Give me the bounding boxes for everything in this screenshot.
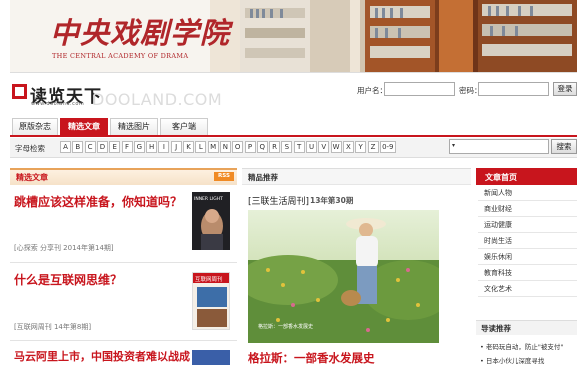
- letter-index-r[interactable]: R: [269, 141, 281, 153]
- letter-index-n[interactable]: N: [219, 141, 231, 153]
- letter-index-g[interactable]: G: [133, 141, 145, 153]
- letter-index-m[interactable]: M: [207, 141, 219, 153]
- letter-index-u[interactable]: U: [306, 141, 317, 153]
- guide-item[interactable]: • 老码玩自动，防止"被支付": [480, 341, 563, 351]
- letter-index-h[interactable]: H: [146, 141, 158, 153]
- letter-index-y[interactable]: Y: [355, 141, 367, 153]
- tabs-underline: [10, 135, 577, 137]
- search-input[interactable]: [449, 139, 549, 154]
- article-meta[interactable]: [心探索 分享刊 2014年第14期]: [14, 243, 114, 253]
- featured-articles-title: 精选文章: [16, 173, 48, 182]
- cover-title: INNER LIGHT: [194, 196, 223, 202]
- article-title[interactable]: 跳槽应该这样准备，你知道吗？: [14, 193, 182, 210]
- tab-featured-pictures[interactable]: 精选图片: [110, 118, 158, 135]
- recommended-issue[interactable]: 13年第30期: [310, 195, 353, 206]
- article-title[interactable]: 什么是互联网思维？: [14, 271, 122, 288]
- sidebar-category-item[interactable]: 时尚生活: [478, 234, 577, 249]
- magazine-cover-image[interactable]: 互联网周刊: [192, 272, 230, 330]
- letter-index-label: 字母检索: [15, 144, 45, 153]
- letter-index-e[interactable]: E: [109, 141, 121, 153]
- brand-url: www.dooland.com: [31, 101, 85, 107]
- letter-index-q[interactable]: Q: [256, 141, 268, 153]
- article-divider: [10, 262, 237, 263]
- article-meta[interactable]: [互联网周刊 14年第8期]: [14, 322, 91, 332]
- tab-original-magazines[interactable]: 原版杂志: [12, 118, 58, 135]
- guide-title: 导读推荐: [481, 324, 511, 333]
- letter-index-s[interactable]: S: [281, 141, 293, 153]
- dropdown-arrow-icon[interactable]: ▾: [452, 142, 455, 149]
- article-title[interactable]: 马云阿里上市，中国投资者难以战成: [14, 348, 190, 364]
- tab-client[interactable]: 客户端: [160, 118, 208, 135]
- letter-index-i[interactable]: I: [158, 141, 170, 153]
- magazine-cover-image[interactable]: [192, 350, 230, 365]
- tab-featured-articles[interactable]: 精选文章: [60, 118, 108, 135]
- dooland-logo-icon: [12, 84, 27, 99]
- banner-library-photo: [210, 0, 577, 72]
- letter-index-v[interactable]: V: [318, 141, 330, 153]
- letter-index-k[interactable]: K: [183, 141, 194, 153]
- letter-index-f[interactable]: F: [121, 141, 133, 153]
- password-input[interactable]: [478, 82, 549, 96]
- letter-index-x[interactable]: X: [342, 141, 354, 153]
- sidebar-title: 文章首页: [485, 173, 517, 182]
- sidebar-category-item[interactable]: 新闻人物: [478, 186, 577, 201]
- letter-index-z[interactable]: Z: [367, 141, 379, 153]
- bookshelf-illustration: [210, 0, 577, 72]
- sidebar-category-item[interactable]: 娱乐休闲: [478, 250, 577, 265]
- magazine-cover-image[interactable]: INNER LIGHT: [192, 192, 230, 250]
- cover-title: 互联网周刊: [195, 275, 223, 283]
- letter-index-l[interactable]: L: [195, 141, 207, 153]
- letter-index-j[interactable]: J: [170, 141, 182, 153]
- photo-caption-overlay: 格拉斯：一部香水发展史: [258, 323, 313, 330]
- letter-index-b[interactable]: B: [72, 141, 84, 153]
- recommended-title: 精品推荐: [248, 173, 278, 182]
- login-button[interactable]: 登录: [553, 82, 577, 96]
- article-divider: [10, 340, 237, 341]
- letter-index-t[interactable]: T: [293, 141, 305, 153]
- sidebar-category-item[interactable]: 运动健康: [478, 218, 577, 233]
- letter-index-d[interactable]: D: [96, 141, 108, 153]
- brand-watermark: DOOLAND.COM: [92, 90, 223, 109]
- letter-index-o[interactable]: O: [232, 141, 244, 153]
- cover-art: 互联网周刊: [193, 273, 229, 329]
- sidebar-category-item[interactable]: 商业财经: [478, 202, 577, 217]
- sidebar-category-item[interactable]: 教育科技: [478, 266, 577, 281]
- recommended-photo[interactable]: 格拉斯：一部香水发展史: [248, 210, 439, 343]
- letter-index-w[interactable]: W: [330, 141, 342, 153]
- recommended-magazine-name[interactable]: [三联生活周刊]: [248, 194, 309, 207]
- letter-index-p[interactable]: P: [244, 141, 256, 153]
- username-input[interactable]: [384, 82, 455, 96]
- academy-english-name: THE CENTRAL ACADEMY OF DRAMA: [52, 52, 189, 60]
- academy-logo-text: 中央戏剧学院: [50, 16, 231, 50]
- rss-icon[interactable]: RSS: [214, 172, 234, 181]
- sidebar-category-item[interactable]: 文化艺术: [478, 282, 577, 297]
- letter-index-0-9[interactable]: 0-9: [379, 141, 396, 153]
- header-banner: 中央戏剧学院 THE CENTRAL ACADEMY OF DRAMA: [10, 0, 577, 73]
- username-label: 用户名：: [357, 86, 387, 95]
- recommended-article-title[interactable]: 格拉斯：一部香水发展史: [248, 350, 375, 365]
- guide-item[interactable]: • 日本小伙儿深度寻找: [480, 355, 544, 365]
- search-button[interactable]: 搜索: [551, 139, 577, 154]
- cover-art: INNER LIGHT: [192, 192, 230, 250]
- letter-index-c[interactable]: C: [84, 141, 96, 153]
- field-photo-illustration: 格拉斯：一部香水发展史: [248, 210, 439, 343]
- letter-index-a[interactable]: A: [60, 141, 71, 153]
